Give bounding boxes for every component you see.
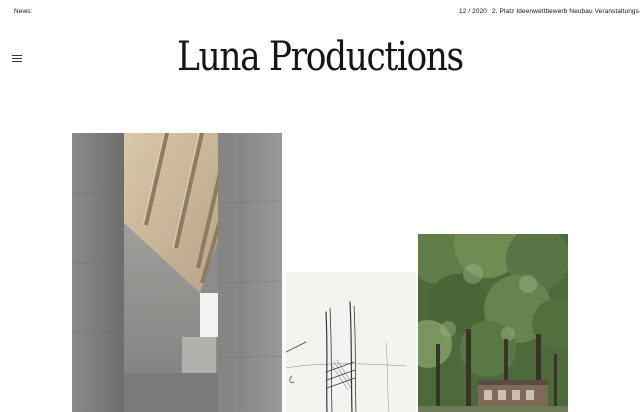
concrete-interior-photo[interactable] [72,133,282,412]
news-label: News: [14,8,33,15]
news-headline-link[interactable]: 2. Platz Ideenwettbewerb Neubau Veransta… [492,8,640,15]
pencil-sketch[interactable] [286,272,416,412]
news-date: 12 / 2020 [459,8,488,15]
hamburger-menu-icon[interactable] [12,55,22,63]
news-bar: News: 12 / 2020 2. Platz Ideenwettbewerb… [0,0,640,22]
site-title[interactable]: Luna Productions [45,34,595,80]
trees-photo[interactable] [418,234,568,412]
